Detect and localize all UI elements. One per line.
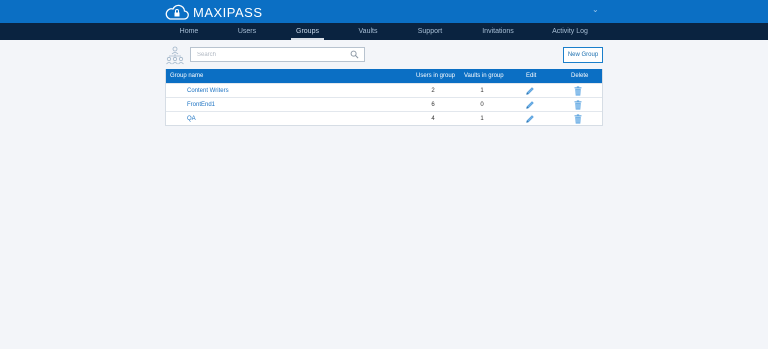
nav-invitations[interactable]: Invitations: [474, 23, 522, 40]
users-count: 2: [431, 88, 435, 94]
logo-text: MAXIPASS: [193, 4, 263, 20]
vaults-count: 0: [480, 102, 484, 108]
groups-table: Group name Users in group Vaults in grou…: [165, 69, 603, 126]
nav-home[interactable]: Home: [172, 23, 206, 40]
table-row: Content Writers 2 1: [166, 83, 602, 97]
pencil-icon[interactable]: [525, 100, 535, 110]
table-row: FrontEnd1 6 0: [166, 97, 602, 111]
search-box: [190, 47, 365, 62]
nav-activity-log[interactable]: Activity Log: [544, 23, 596, 40]
search-icon[interactable]: [350, 50, 359, 59]
search-input[interactable]: [197, 49, 347, 60]
nav-users[interactable]: Users: [230, 23, 264, 40]
group-name-link[interactable]: QA: [187, 112, 196, 126]
vaults-count: 1: [480, 116, 484, 122]
cloud-lock-icon: [165, 4, 189, 20]
nav-support[interactable]: Support: [410, 23, 450, 40]
col-edit: Edit: [526, 73, 537, 79]
users-count: 4: [431, 116, 435, 122]
table-header: Group name Users in group Vaults in grou…: [166, 69, 602, 83]
group-name-link[interactable]: Content Writers: [187, 84, 229, 98]
col-users-in-group[interactable]: Users in group: [416, 69, 455, 83]
group-icon: [166, 46, 184, 65]
nav-vaults[interactable]: Vaults: [351, 23, 385, 40]
chevron-down-icon[interactable]: ⌄: [592, 5, 599, 14]
pencil-icon[interactable]: [525, 114, 535, 124]
main-nav: Home Users Groups Vaults Support Invitat…: [0, 23, 768, 40]
trash-icon[interactable]: [574, 86, 582, 96]
users-count: 6: [431, 102, 435, 108]
col-vaults-in-group[interactable]: Vaults in group: [464, 69, 504, 83]
col-group-name[interactable]: Group name: [170, 69, 203, 83]
group-name-link[interactable]: FrontEnd1: [187, 98, 215, 112]
trash-icon[interactable]: [574, 114, 582, 124]
logo[interactable]: MAXIPASS: [165, 3, 263, 21]
nav-groups[interactable]: Groups: [291, 23, 324, 40]
new-group-button[interactable]: New Group: [563, 47, 603, 63]
vaults-count: 1: [480, 88, 484, 94]
top-bar: MAXIPASS ⌄: [0, 0, 768, 23]
table-row: QA 4 1: [166, 111, 602, 125]
trash-icon[interactable]: [574, 100, 582, 110]
pencil-icon[interactable]: [525, 86, 535, 96]
col-delete: Delete: [571, 73, 589, 79]
